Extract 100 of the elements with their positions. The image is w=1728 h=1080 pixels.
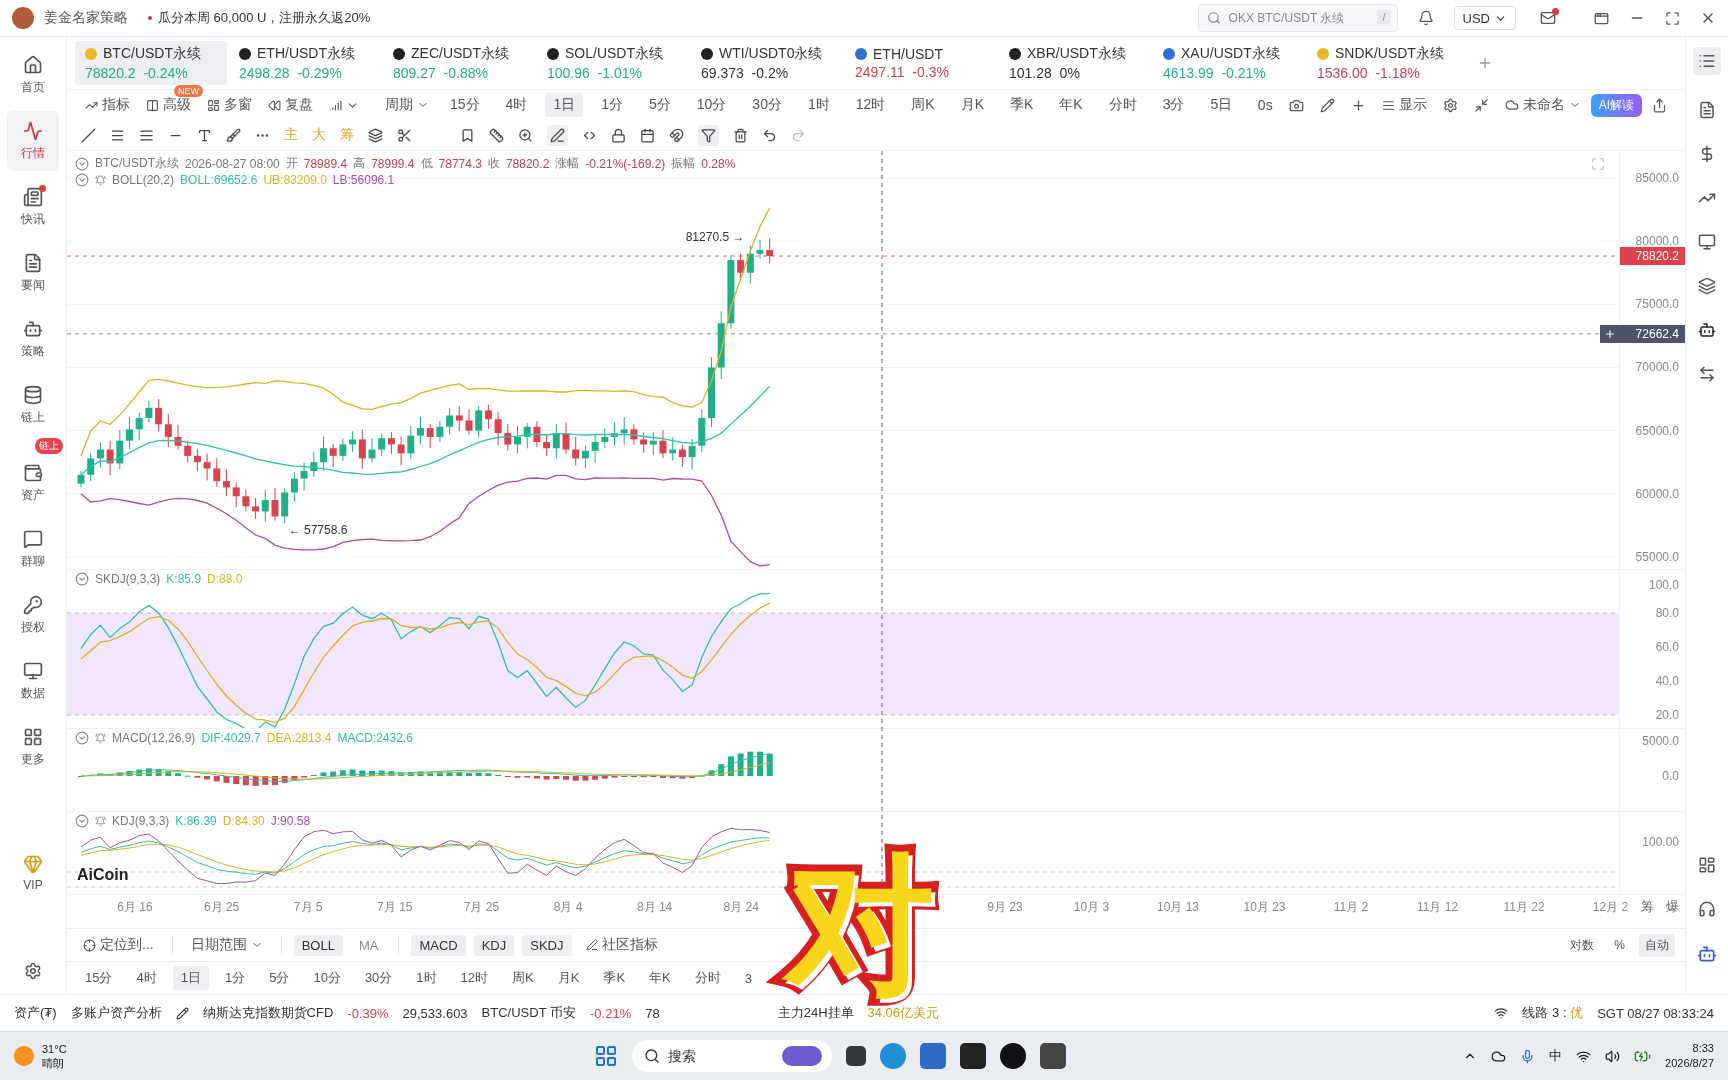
axis-label: 11月 22 [1503, 899, 1545, 916]
watermark-logo: AiCoin [77, 866, 129, 884]
axis-label: 5000.0 [1642, 734, 1679, 748]
period-tab[interactable]: 30分 [356, 966, 401, 990]
period-tab[interactable]: 10分 [688, 93, 735, 117]
indicator-chip[interactable]: MA [350, 934, 387, 956]
period-tab[interactable]: 5分 [261, 966, 298, 990]
sidebar-item[interactable]: 数据 [7, 651, 59, 711]
sidebar-badge: 链上 [35, 438, 63, 454]
period-dropdown[interactable]: 周期 [379, 94, 435, 116]
period-tab[interactable]: 分时 [686, 966, 729, 990]
sidebar-item[interactable]: 群聊 [7, 519, 59, 579]
sidebar-item[interactable]: VIP [7, 842, 59, 903]
goto-button[interactable]: 定位到... [77, 934, 160, 956]
input-method[interactable]: 中 [1549, 1047, 1563, 1065]
period-tab[interactable]: 1时 [799, 93, 838, 117]
toolbar-button[interactable]: 指标 [79, 94, 136, 116]
sidebar-item[interactable]: 更多 [7, 717, 59, 777]
period-tab[interactable]: 5分 [640, 93, 679, 117]
period-tab[interactable]: 月K [952, 93, 992, 117]
sidebar-item[interactable]: 要闻 [7, 243, 59, 303]
period-tab[interactable]: 1分 [593, 93, 631, 117]
ticker-tab[interactable]: ZEC/USDT永续 809.27 -0.88% [383, 41, 535, 85]
axis-label: 0.0 [1662, 769, 1679, 783]
toolbar-button[interactable]: 多窗 [201, 94, 258, 116]
period-tab[interactable]: 分时 [1100, 93, 1145, 117]
promo-link[interactable]: 瓜分本周 60,000 U，注册永久返20% [158, 9, 371, 27]
ticker-price: 1536.00 -1.18% [1317, 65, 1421, 81]
axis-label: 10月 23 [1243, 899, 1286, 916]
period-tab[interactable]: 周K [504, 966, 542, 990]
period-tab[interactable]: 1时 [408, 966, 445, 990]
ticker-tab[interactable]: BTC/USDT永续 78820.2 -0.24% [75, 41, 227, 85]
refresh-button[interactable]: 0s [1251, 95, 1279, 115]
toolbar-button[interactable]: 高级 [140, 94, 197, 116]
ticker-tab[interactable]: XAU/USDT永续 4613.99 -0.21% [1153, 41, 1305, 85]
period-tab[interactable]: 12时 [847, 93, 894, 117]
period-tab[interactable]: 3分 [1154, 93, 1193, 117]
period-tab[interactable]: 15分 [442, 93, 488, 117]
legend-label: 涨幅 [555, 155, 580, 172]
sidebar-item[interactable]: 授权 [7, 585, 59, 645]
period-tab[interactable]: 15分 [77, 966, 121, 990]
ticker-tab[interactable]: XBR/USDT永续 101.28 0% [999, 41, 1151, 85]
period-tab[interactable]: 年K [641, 966, 679, 990]
ticker-tab[interactable]: SOL/USDT永续 100.96 -1.01% [537, 41, 689, 85]
ticker-tab[interactable]: ETH/USDT 2497.11 -0.3% [845, 41, 997, 85]
display-button[interactable]: 显示 [1375, 94, 1433, 116]
sidebar-item[interactable]: 策略 [7, 309, 59, 369]
period-tab[interactable]: 10分 [305, 966, 349, 990]
currency-select[interactable]: USD [1453, 6, 1516, 30]
scale-option[interactable]: 自动 [1639, 933, 1675, 957]
ticker-symbol: WTI/USDT0永续 [719, 45, 823, 63]
axis-label: 6月 16 [117, 899, 153, 916]
period-tab[interactable]: 1分 [216, 966, 254, 990]
toolbar-button[interactable]: 复盘 [262, 94, 319, 116]
period-tab[interactable]: 年K [1051, 93, 1091, 117]
legend-value: 0.28% [701, 156, 736, 171]
axis-tool[interactable]: 爆 [1666, 898, 1679, 916]
ticker-tab[interactable]: ETH/USDT永续 2498.28 -0.29% [229, 41, 381, 85]
period-tab[interactable]: 1日 [545, 93, 584, 117]
temperature: 31°C [42, 1041, 67, 1056]
shortcut-key: / [1377, 10, 1391, 24]
period-tab[interactable]: 4时 [128, 966, 165, 990]
scale-option[interactable]: % [1608, 935, 1631, 955]
sidebar-item[interactable]: 资产 [7, 453, 59, 513]
quote-price: 78 [645, 1005, 660, 1021]
axis-label: 65000.0 [1635, 423, 1679, 438]
community-indicators-button[interactable]: 社区指标 [579, 934, 664, 956]
indicator-value: UB:83209.0 [263, 173, 327, 187]
period-tab[interactable]: 周K [903, 93, 943, 117]
axis-label: 80000.0 [1635, 234, 1679, 249]
axis-label: 7月 15 [377, 899, 413, 916]
date-range-dropdown[interactable]: 日期范围 [184, 934, 269, 956]
indicator-chip[interactable]: BOLL [293, 934, 343, 956]
period-tab[interactable]: 5日 [1202, 93, 1241, 117]
indicator-value: K:85.9 [166, 572, 202, 586]
period-tab[interactable]: 3 [736, 967, 760, 989]
ticker-tab[interactable]: SNDK/USDT永续 1536.00 -1.18% [1307, 41, 1459, 85]
period-tab[interactable]: 30分 [744, 93, 790, 117]
ticker-price: 2498.28 -0.29% [239, 65, 343, 81]
ticker-tab[interactable]: WTI/USDT0永续 69.373 -0.2% [691, 41, 843, 85]
clock: SGT 08/27 08:33:24 [1597, 1005, 1714, 1021]
period-tab[interactable]: 季K [595, 966, 634, 990]
sidebar-item[interactable]: 链上 [7, 375, 59, 435]
period-tab[interactable]: 月K [549, 966, 588, 990]
period-tab[interactable]: 4时 [497, 93, 536, 117]
sidebar-item[interactable]: 快讯 [7, 177, 59, 237]
quote-name: BTC/USDT 币安 [481, 1004, 576, 1022]
period-tab[interactable]: 12时 [452, 966, 497, 990]
taskbar-clock[interactable]: 8:33 2026/8/27 [1665, 1041, 1714, 1071]
indicator-chip[interactable]: SKDJ [522, 934, 572, 956]
period-tab[interactable]: 季K [1002, 93, 1042, 117]
layout-select[interactable]: 未命名 [1498, 94, 1587, 116]
axis-tool[interactable]: 筹 [1641, 898, 1654, 916]
sidebar-item[interactable]: 首页 [7, 45, 59, 105]
indicator-chip[interactable]: MACD [411, 934, 466, 956]
scale-option[interactable]: 对数 [1564, 933, 1601, 957]
indicator-chip[interactable]: KDJ [473, 934, 515, 956]
sidebar-item[interactable]: 行情 [7, 111, 59, 171]
asset-analysis-link[interactable]: 多账户资产分析 [70, 1004, 162, 1022]
period-tab[interactable]: 1日 [172, 966, 209, 990]
